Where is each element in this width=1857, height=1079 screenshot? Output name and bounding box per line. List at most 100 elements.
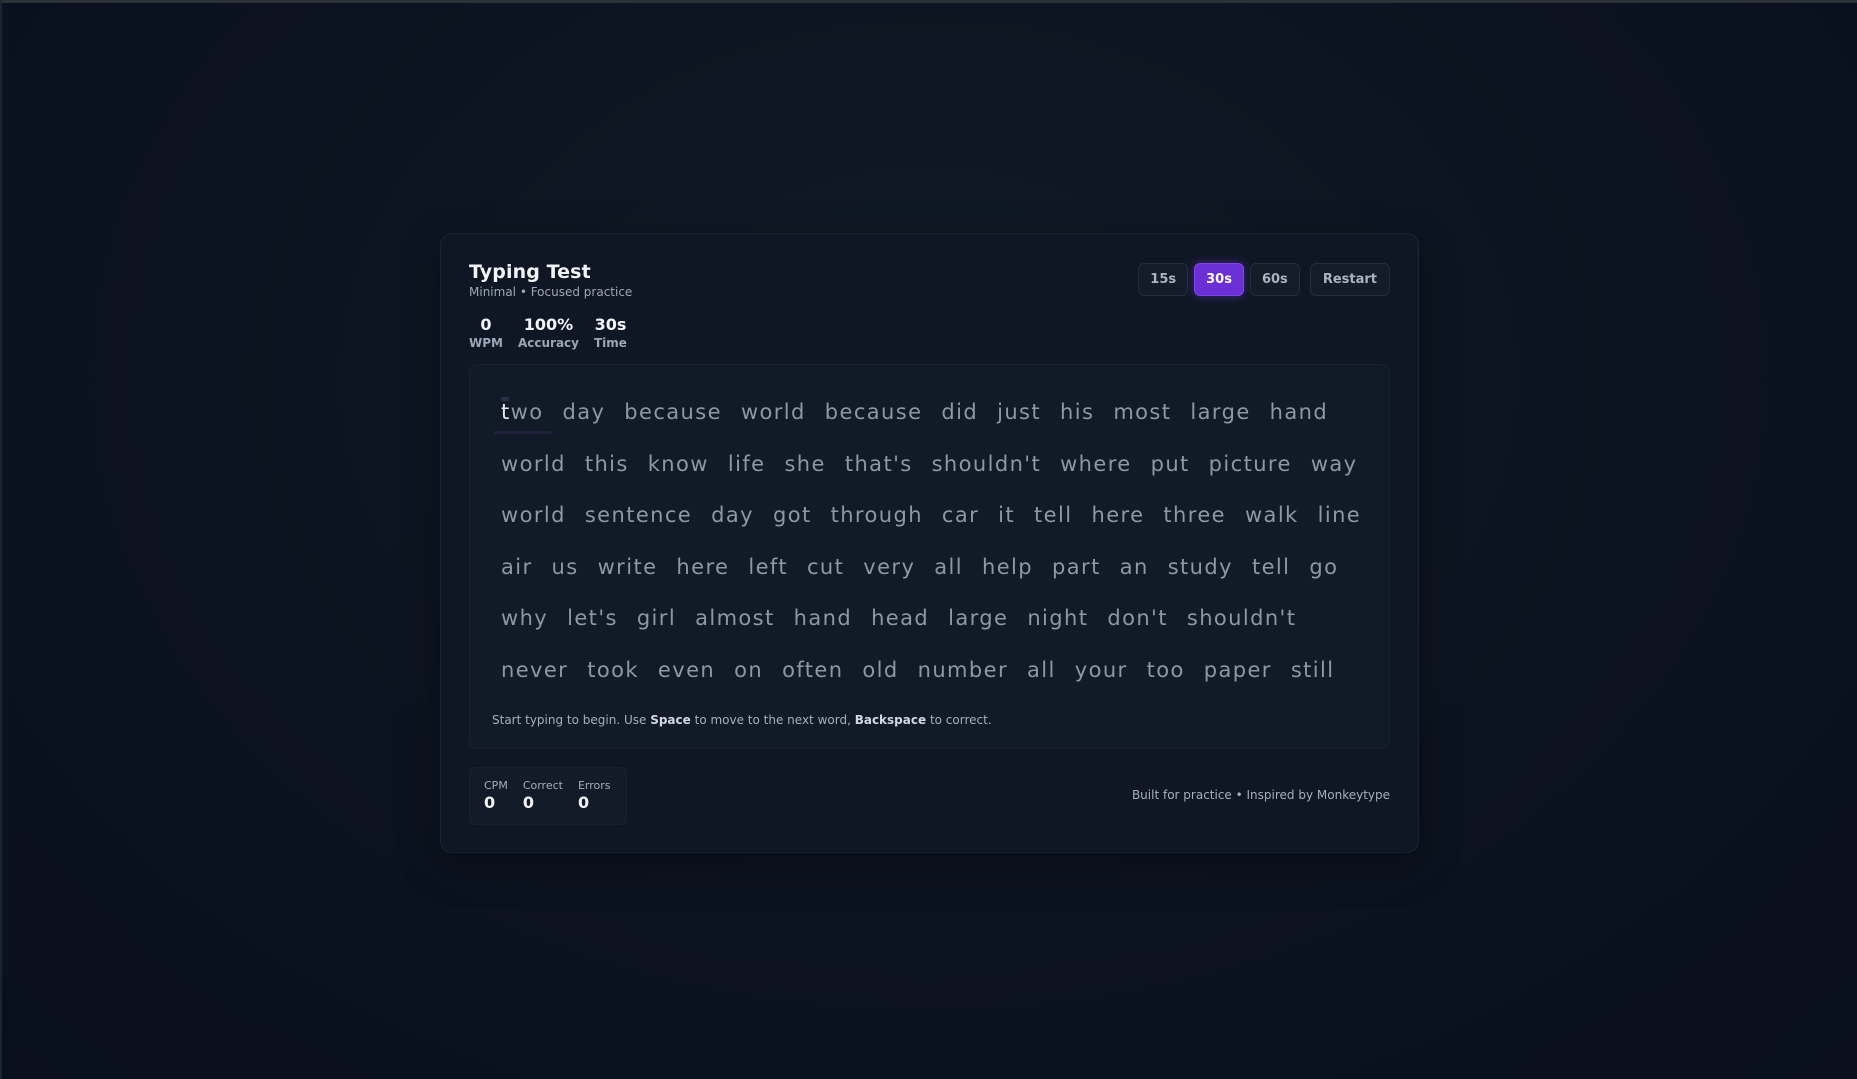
word: she xyxy=(784,451,826,476)
word: three xyxy=(1163,503,1226,528)
word: life xyxy=(727,451,766,476)
footer-stat-cpm-value: 0 xyxy=(484,793,496,812)
footer-stat-correct: Correct 0 xyxy=(523,779,563,813)
word: know xyxy=(647,451,709,476)
word: tell xyxy=(1034,503,1073,528)
word: let's xyxy=(567,606,618,631)
word: even xyxy=(657,657,716,682)
word: us xyxy=(551,554,579,579)
word: here xyxy=(1091,503,1145,528)
word: because xyxy=(624,400,722,424)
word: it xyxy=(998,503,1016,528)
word: picture xyxy=(1208,451,1292,476)
word: study xyxy=(1167,554,1233,579)
word: shouldn't xyxy=(1186,606,1297,631)
word: air xyxy=(501,554,533,579)
typed-chars: t xyxy=(501,400,511,424)
word: put xyxy=(1150,451,1190,476)
word: don't xyxy=(1107,606,1168,631)
word: very xyxy=(863,554,916,579)
word: on xyxy=(734,657,764,682)
current-word: two xyxy=(493,393,554,434)
word: world xyxy=(740,400,806,424)
footer-stats: CPM 0 Correct 0 Errors 0 xyxy=(469,767,627,825)
footer-stat-correct-label: Correct xyxy=(522,779,563,792)
app-subtitle: Minimal • Focused practice xyxy=(469,285,633,299)
app-title: Typing Test xyxy=(469,261,591,283)
word: help xyxy=(982,554,1034,579)
stat-wpm-label: WPM xyxy=(469,336,503,350)
word-line: world sentence day got through car it tell here t… xyxy=(501,496,1381,548)
word: took xyxy=(587,657,639,682)
window-top-border xyxy=(0,0,1857,3)
stat-accuracy-label: Accuracy xyxy=(517,336,579,350)
word: hand xyxy=(1269,400,1329,424)
word: car xyxy=(941,503,980,528)
word: shouldn't xyxy=(931,451,1042,476)
hint-text-2: to move to the next word, xyxy=(690,713,855,727)
word: paper xyxy=(1203,657,1272,682)
word: way xyxy=(1310,451,1358,476)
word: that's xyxy=(844,451,913,476)
stat-wpm-value: 0 xyxy=(480,315,492,334)
word: day xyxy=(562,400,606,424)
word: most xyxy=(1113,400,1172,424)
word-line: two day because world because did just his most l… xyxy=(493,393,1381,445)
word: your xyxy=(1074,657,1128,682)
word: an xyxy=(1119,554,1149,579)
word: day xyxy=(711,503,754,528)
live-stats: 0 WPM 100% Accuracy 30s Time xyxy=(469,316,627,351)
word: large xyxy=(1190,400,1251,424)
word: all xyxy=(1027,657,1056,682)
word: left xyxy=(748,554,788,579)
stat-accuracy-value: 100% xyxy=(523,315,574,334)
word: too xyxy=(1146,657,1185,682)
word: why xyxy=(501,606,549,631)
remaining-chars: wo xyxy=(510,400,544,424)
duration-30s-button[interactable]: 30s xyxy=(1194,263,1244,296)
word: number xyxy=(917,657,1009,682)
duration-60s-button[interactable]: 60s xyxy=(1249,263,1300,296)
word: just xyxy=(997,400,1042,424)
hint-text-1: Start typing to begin. Use xyxy=(492,713,651,727)
words-panel[interactable]: two day because world because did just his most l… xyxy=(469,364,1390,749)
word: still xyxy=(1290,657,1335,682)
word: never xyxy=(501,657,569,682)
word: write xyxy=(597,554,658,579)
caret xyxy=(501,397,509,401)
word: often xyxy=(782,657,844,682)
word: world xyxy=(501,451,566,476)
footer-stat-correct-value: 0 xyxy=(522,793,534,812)
stat-time: 30s Time xyxy=(594,316,627,351)
window-left-border xyxy=(0,0,2,1079)
word: night xyxy=(1027,606,1089,631)
word: here xyxy=(676,554,730,579)
word: cut xyxy=(806,554,845,579)
word-line: why let's girl almost hand head large night don'… xyxy=(501,599,1381,651)
footer-stat-errors-label: Errors xyxy=(577,779,611,792)
restart-button[interactable]: Restart xyxy=(1309,263,1390,296)
stat-time-label: Time xyxy=(594,336,627,350)
footer-stat-cpm-label: CPM xyxy=(484,779,508,792)
word: all xyxy=(934,554,964,579)
word: walk xyxy=(1244,503,1299,528)
word: head xyxy=(871,606,930,631)
instructions-hint: Start typing to begin. Use Space to move… xyxy=(492,713,992,727)
duration-15s-button[interactable]: 15s xyxy=(1138,263,1189,296)
word: hand xyxy=(793,606,853,631)
word: go xyxy=(1309,554,1339,579)
word: line xyxy=(1317,503,1362,528)
word-line: air us write here left cut very all help part an st… xyxy=(501,548,1381,600)
word: girl xyxy=(636,606,677,631)
word: his xyxy=(1060,400,1095,424)
footer-stat-cpm: CPM 0 xyxy=(484,779,508,813)
footer-stat-errors: Errors 0 xyxy=(578,779,611,813)
word-list: two day because world because did just his most l… xyxy=(493,393,1381,703)
typing-test-card: Typing Test Minimal • Focused practice 0… xyxy=(440,233,1419,853)
stat-time-value: 30s xyxy=(594,315,627,334)
stat-accuracy: 100% Accuracy xyxy=(518,316,579,351)
word: large xyxy=(948,606,1009,631)
word: old xyxy=(862,657,899,682)
word: where xyxy=(1060,451,1132,476)
test-controls: 15s 30s 60s Restart xyxy=(1138,263,1390,296)
